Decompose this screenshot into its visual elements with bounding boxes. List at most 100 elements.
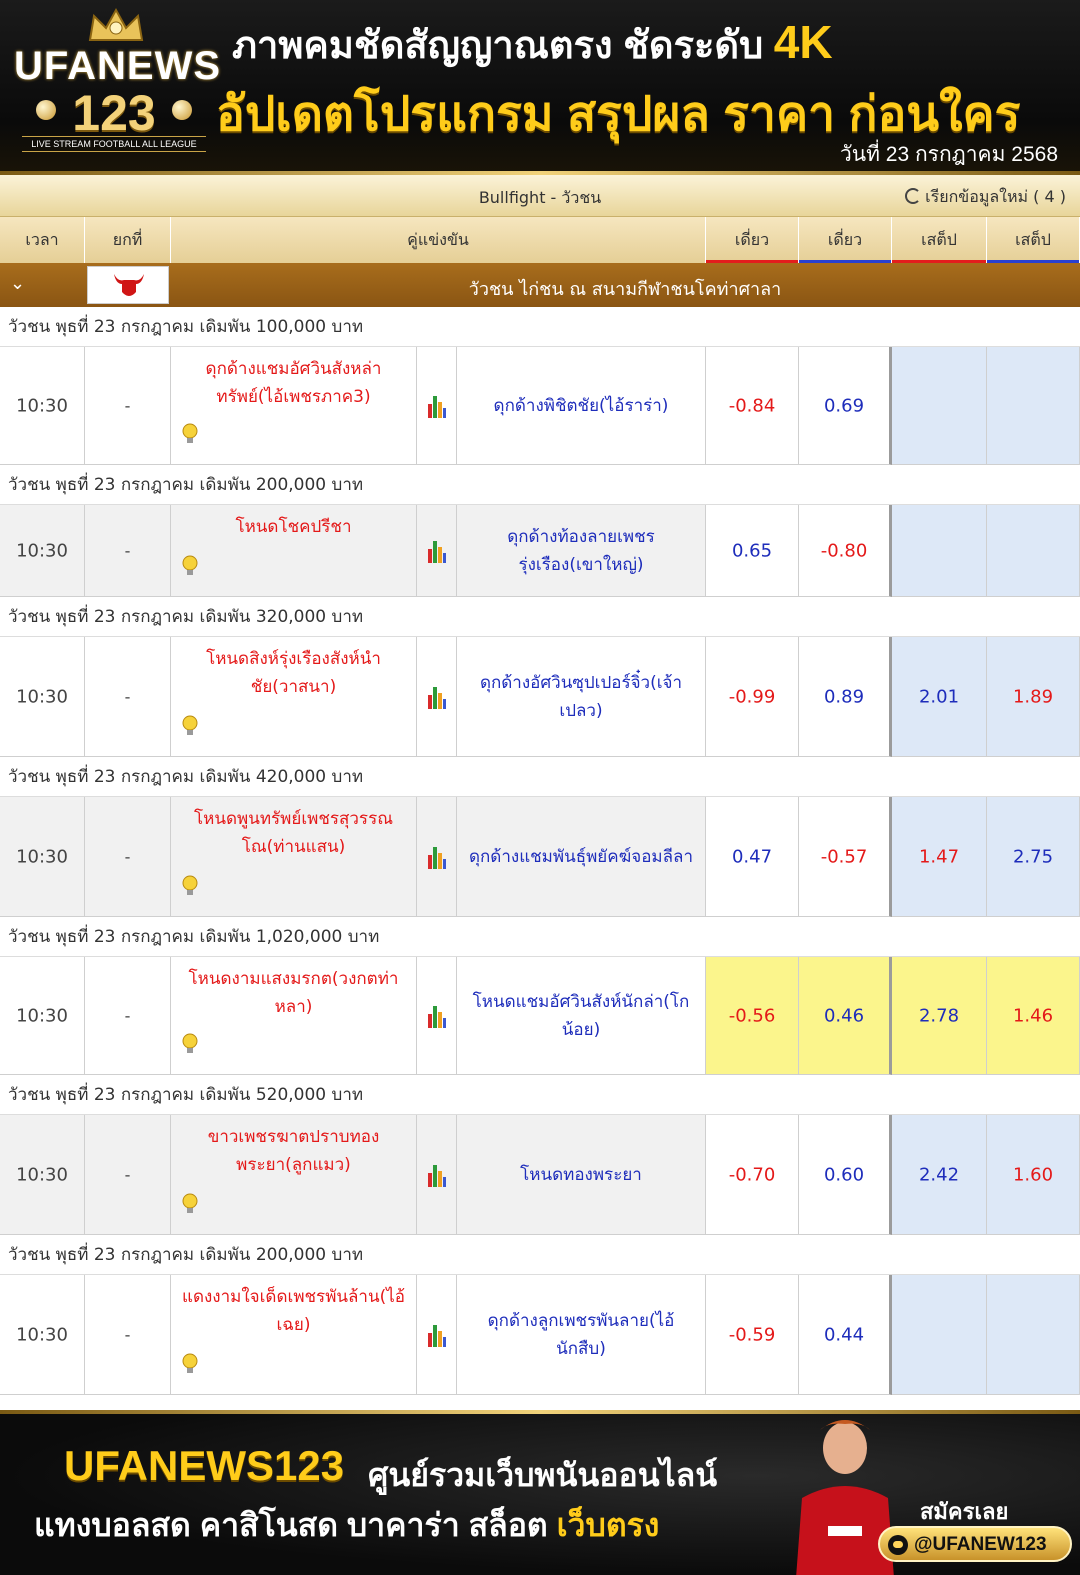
odds-1-value[interactable]: 0.65 [706, 540, 798, 561]
home-cell: โหนดพูนทรัพย์เพชรสุวรรณโณ(ท่านแสน) [171, 797, 417, 917]
match-section-label: วัวชน พุธที่ 23 กรกฎาคม เดิมพัน 200,000 … [0, 1235, 1080, 1275]
odds-1-cell[interactable]: 0.65 [706, 505, 799, 597]
odds-2-cell[interactable]: 0.89 [799, 637, 892, 757]
away-team-name: ดุกด้างท้องลายเพชรรุ่งเรือง(เขาใหญ่) [507, 526, 655, 575]
odds-1-value[interactable]: 0.47 [706, 846, 798, 867]
match-time: 10:30 [16, 1324, 68, 1345]
match-row: 10:30 - โหนดโชคปรีชา ดุกด้างท้องลายเพชรรุ่ง… [0, 505, 1080, 597]
odds-2-value[interactable]: -0.80 [799, 540, 889, 561]
odds-2-cell[interactable]: 0.44 [799, 1275, 892, 1395]
set-2-value[interactable]: 1.46 [987, 1005, 1079, 1026]
set-1-cell[interactable]: 2.01 [892, 637, 987, 757]
match-time-cell: 10:30 [0, 347, 85, 465]
odds-1-value[interactable]: -0.56 [706, 1005, 798, 1026]
bulb-icon[interactable] [181, 554, 199, 582]
bar-chart-icon[interactable] [427, 685, 447, 713]
set-1-value[interactable]: 2.78 [892, 1005, 986, 1026]
bulb-icon[interactable] [181, 1352, 199, 1380]
match-row: 10:30 - โหนดงามแสงมรกต(วงกตท่าหลา) โหนดแชมอ… [0, 957, 1080, 1075]
chevron-down-icon[interactable]: ⌄ [10, 273, 25, 294]
set-2-cell[interactable]: 1.46 [987, 957, 1080, 1075]
set-1-cell[interactable] [892, 347, 987, 465]
bar-chart-icon[interactable] [427, 394, 447, 422]
odds-1-value[interactable]: -0.84 [706, 395, 798, 416]
odds-2-value[interactable]: 0.46 [799, 1005, 889, 1026]
bulb-icon[interactable] [181, 714, 199, 742]
odds-2-value[interactable]: 0.44 [799, 1324, 889, 1345]
stats-cell [417, 347, 457, 465]
match-row: 10:30 - แดงงามใจเด็ดเพชรพันล้าน(ไอ้เฉย) ดุก… [0, 1275, 1080, 1395]
ufanews-logo: UFANEWS 123 LIVE STREAM FOOTBALL ALL LEA… [14, 4, 221, 170]
set-1-value[interactable]: 2.01 [892, 686, 986, 707]
set-1-cell[interactable]: 2.78 [892, 957, 987, 1075]
set-2-cell[interactable] [987, 347, 1080, 465]
match-time: 10:30 [16, 1164, 68, 1185]
match-round: - [124, 1006, 131, 1025]
set-1-cell[interactable]: 2.42 [892, 1115, 987, 1235]
match-round: - [124, 687, 131, 706]
odds-1-cell[interactable]: -0.59 [706, 1275, 799, 1395]
set-1-value[interactable]: 1.47 [892, 846, 986, 867]
away-cell: ดุกด้างท้องลายเพชรรุ่งเรือง(เขาใหญ่) [457, 505, 706, 597]
bulb-icon[interactable] [181, 1032, 199, 1060]
refresh-button[interactable]: เรียกข้อมูลใหม่ ( 4 ) [905, 185, 1066, 210]
logo-brand: UFANEWS [14, 44, 221, 88]
odds-1-cell[interactable]: -0.99 [706, 637, 799, 757]
line-id-button[interactable]: @UFANEW123 [878, 1526, 1072, 1562]
match-row: 10:30 - โหนดพูนทรัพย์เพชรสุวรรณโณ(ท่านแสน)… [0, 797, 1080, 917]
odds-1-value[interactable]: -0.59 [706, 1324, 798, 1345]
odds-2-cell[interactable]: 0.46 [799, 957, 892, 1075]
set-1-cell[interactable]: 1.47 [892, 797, 987, 917]
set-2-cell[interactable]: 1.89 [987, 637, 1080, 757]
odds-2-cell[interactable]: 0.69 [799, 347, 892, 465]
set-1-value[interactable]: 2.42 [892, 1164, 986, 1185]
col-odds-2: เดี่ยว [799, 217, 892, 263]
odds-2-value[interactable]: 0.69 [799, 395, 889, 416]
footer-line-2: แทงบอลสด คาสิโนสด บาคาร่า สล็อต เว็บตรง [34, 1500, 659, 1551]
set-2-value[interactable]: 1.60 [987, 1164, 1079, 1185]
col-set-1: เสต็ป [892, 217, 987, 263]
football-icon [172, 100, 192, 120]
odds-1-cell[interactable]: -0.70 [706, 1115, 799, 1235]
set-2-cell[interactable]: 2.75 [987, 797, 1080, 917]
set-2-value[interactable]: 1.89 [987, 686, 1079, 707]
odds-2-cell[interactable]: -0.80 [799, 505, 892, 597]
odds-2-cell[interactable]: 0.60 [799, 1115, 892, 1235]
bulb-icon[interactable] [181, 422, 199, 450]
league-header[interactable]: ⌄ วัวชน ไก่ชน ณ สนามกีฬาชนโคท่าศาลา [0, 263, 1080, 307]
bar-chart-icon[interactable] [427, 1163, 447, 1191]
col-round: ยกที่ [85, 217, 171, 263]
set-2-cell[interactable]: 1.60 [987, 1115, 1080, 1235]
odds-1-value[interactable]: -0.70 [706, 1164, 798, 1185]
match-time: 10:30 [16, 846, 68, 867]
odds-1-cell[interactable]: -0.84 [706, 347, 799, 465]
column-headers: เวลา ยกที่ คู่แข่งขัน เดี่ยว เดี่ยว เสต็… [0, 217, 1080, 263]
header-date: วันที่ 23 กรกฎาคม 2568 [839, 143, 1058, 166]
set-2-cell[interactable] [987, 505, 1080, 597]
odds-1-value[interactable]: -0.99 [706, 686, 798, 707]
away-cell: ดุกด้างพิชิตชัย(ไอ้ราร่า) [457, 347, 706, 465]
signup-button[interactable]: สมัครเลย [920, 1494, 1008, 1529]
set-2-cell[interactable] [987, 1275, 1080, 1395]
odds-1-cell[interactable]: -0.56 [706, 957, 799, 1075]
col-time: เวลา [0, 217, 85, 263]
odds-2-value[interactable]: 0.89 [799, 686, 889, 707]
bulb-icon[interactable] [181, 874, 199, 902]
odds-2-cell[interactable]: -0.57 [799, 797, 892, 917]
set-2-value[interactable]: 2.75 [987, 846, 1079, 867]
match-round-cell: - [85, 347, 171, 465]
bar-chart-icon[interactable] [427, 1004, 447, 1032]
bulb-icon[interactable] [181, 1192, 199, 1220]
bar-chart-icon[interactable] [427, 1323, 447, 1351]
odds-board: UFANEWS 123 LIVE STREAM FOOTBALL ALL LEA… [0, 175, 1080, 1410]
bar-chart-icon[interactable] [427, 845, 447, 873]
bar-chart-icon[interactable] [427, 539, 447, 567]
match-section-label: วัวชน พุธที่ 23 กรกฎาคม เดิมพัน 420,000 … [0, 757, 1080, 797]
odds-2-value[interactable]: 0.60 [799, 1164, 889, 1185]
odds-1-cell[interactable]: 0.47 [706, 797, 799, 917]
crown-icon [88, 7, 144, 41]
home-cell: โหนดงามแสงมรกต(วงกตท่าหลา) [171, 957, 417, 1075]
set-1-cell[interactable] [892, 505, 987, 597]
set-1-cell[interactable] [892, 1275, 987, 1395]
odds-2-value[interactable]: -0.57 [799, 846, 889, 867]
